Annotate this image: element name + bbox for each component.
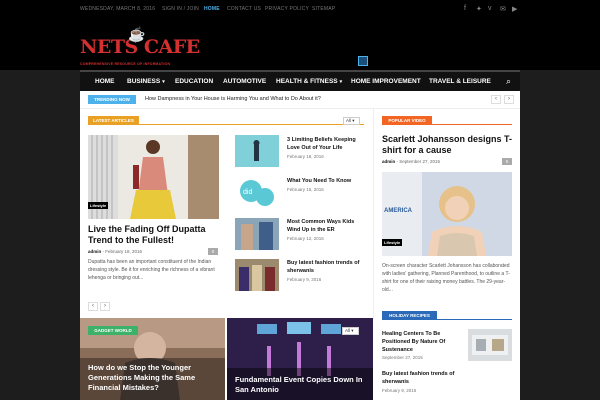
youtube-icon[interactable]: ▶ xyxy=(512,5,517,13)
holiday-recipes-label: HOLIDAY RECIPES xyxy=(382,311,437,320)
popular-image[interactable]: AMERICA Lifestyle xyxy=(382,172,512,256)
chevron-down-icon: ▾ xyxy=(339,79,343,85)
nav-home-improvement[interactable]: HOME IMPROVEMENT xyxy=(351,78,421,85)
featured-category-label[interactable]: Lifestyle xyxy=(88,202,109,209)
top-bar: WEDNESDAY, MARCH 8, 2016 SIGN IN / JOIN … xyxy=(0,0,600,20)
section-underline xyxy=(437,319,512,320)
vk-icon[interactable]: ✉ xyxy=(500,5,506,13)
svg-text:AMERICA: AMERICA xyxy=(384,208,413,214)
popular-author: admin xyxy=(382,159,396,164)
article-title[interactable]: 3 Limiting Beliefs Keeping Love Out of Y… xyxy=(287,136,369,152)
featured-excerpt: Dupatta has been an important constituen… xyxy=(88,259,215,281)
section-underline xyxy=(432,124,512,125)
popular-date: September 27, 2015 xyxy=(399,159,441,164)
trending-headline[interactable]: How Dampness in Your House is Harming Yo… xyxy=(145,96,321,102)
recipe-title[interactable]: Buy latest fashion trends of sherwanis xyxy=(382,370,472,386)
twitter-icon[interactable]: ✦ xyxy=(476,5,482,13)
svg-text:did: did xyxy=(243,189,252,196)
divider xyxy=(80,108,520,109)
nav-home[interactable]: HOME xyxy=(95,78,115,85)
article-title[interactable]: Buy latest fashion trends of sherwanis xyxy=(287,259,369,275)
coffee-cup-icon: ☕ xyxy=(128,27,145,43)
sitemap-link[interactable]: SITEMAP xyxy=(312,6,335,12)
article-date: February 15, 2016 xyxy=(287,187,324,192)
thumb-art xyxy=(241,222,273,250)
facebook-icon[interactable]: f xyxy=(464,5,466,12)
top-home-link[interactable]: HOME xyxy=(204,6,220,12)
recipe-thumb[interactable] xyxy=(468,329,512,361)
popular-category-label[interactable]: Lifestyle xyxy=(382,239,403,246)
article-date: February 18, 2016 xyxy=(287,154,324,159)
article-title[interactable]: Most Common Ways Kids Wind Up in the ER xyxy=(287,218,369,234)
vimeo-icon[interactable]: v xyxy=(488,5,492,12)
current-date: WEDNESDAY, MARCH 8, 2016 xyxy=(80,6,156,12)
thumb-art xyxy=(253,140,260,161)
latest-filter-dropdown[interactable]: All ▾ xyxy=(343,117,360,125)
gadget-filter-dropdown[interactable]: All ▾ xyxy=(342,327,359,335)
thumb-art: did xyxy=(240,180,274,206)
trending-label: TRENDING NOW xyxy=(88,95,136,104)
featured-title[interactable]: Live the Fading Off Dupatta Trend to the… xyxy=(88,224,223,246)
nav-education[interactable]: EDUCATION xyxy=(175,78,213,85)
search-icon[interactable]: ⌕ xyxy=(506,76,511,87)
main-nav: HOME BUSINESS ▾ EDUCATION AUTOMOTIVE HEAL… xyxy=(80,70,520,91)
site-header: NETS CAFE ☕ COMPREHENSIVE RESOURCE OF IN… xyxy=(0,20,600,70)
article-title[interactable]: What You Need To Know xyxy=(287,177,369,185)
gadget-tile-title[interactable]: How do we Stop the Younger Generations M… xyxy=(88,363,223,393)
banner-image-icon[interactable] xyxy=(358,56,368,66)
featured-date: February 18, 2016 xyxy=(105,249,143,254)
latest-articles-label: LATEST ARTICLES xyxy=(88,116,139,125)
contact-us-link[interactable]: CONTACT US xyxy=(227,6,261,12)
trending-next-button[interactable]: › xyxy=(504,95,514,104)
article-thumb[interactable]: did xyxy=(235,177,279,209)
main-content: TRENDING NOW How Dampness in Your House … xyxy=(80,91,520,400)
popular-title[interactable]: Scarlett Johansson designs T-shirt for a… xyxy=(382,134,517,156)
logo-tagline: COMPREHENSIVE RESOURCE OF INFORMATION xyxy=(80,62,171,66)
article-thumb[interactable] xyxy=(235,135,279,167)
article-thumb[interactable] xyxy=(235,218,279,250)
nav-health-fitness[interactable]: HEALTH & FITNESS ▾ xyxy=(276,78,342,85)
popular-comment-count[interactable]: 0 xyxy=(502,158,512,165)
privacy-policy-link[interactable]: PRIVACY POLICY xyxy=(265,6,309,12)
article-date: February 12, 2016 xyxy=(287,236,324,241)
trending-prev-button[interactable]: ‹ xyxy=(491,95,501,104)
article-date: February 9, 2016 xyxy=(287,277,322,282)
featured-image[interactable]: Lifestyle xyxy=(88,135,219,219)
latest-prev-button[interactable]: ‹ xyxy=(88,302,98,311)
thumb-art xyxy=(472,335,508,355)
nav-travel-leisure[interactable]: TRAVEL & LEISURE xyxy=(429,78,491,85)
featured-comment-count[interactable]: 0 xyxy=(208,248,218,255)
popular-excerpt: On-screen character Scarlett Johansson h… xyxy=(382,263,510,293)
featured-author: admin xyxy=(88,249,102,254)
chevron-down-icon: ▾ xyxy=(162,79,165,85)
recipe-date: February 9, 2016 xyxy=(382,388,417,393)
column-divider xyxy=(373,109,374,319)
thumb-art xyxy=(239,265,275,291)
recipe-title[interactable]: Healing Centers To Be Positioned By Natu… xyxy=(382,330,462,354)
gadget-world-label: GADGET WORLD xyxy=(88,326,138,335)
nav-automotive[interactable]: AUTOMOTIVE xyxy=(223,78,266,85)
popular-meta: admin - September 27, 2015 xyxy=(382,159,441,164)
recipe-date: September 27, 2015 xyxy=(382,355,423,360)
article-thumb[interactable] xyxy=(235,259,279,291)
latest-next-button[interactable]: › xyxy=(100,302,110,311)
gadget-tile-title[interactable]: Fundamental Event Copies Down In San Ant… xyxy=(235,375,370,395)
featured-meta: admin - February 18, 2016 xyxy=(88,249,143,254)
nav-business[interactable]: BUSINESS ▾ xyxy=(127,78,165,85)
sign-in-link[interactable]: SIGN IN / JOIN xyxy=(162,6,199,12)
site-logo[interactable]: NETS CAFE ☕ xyxy=(80,27,200,58)
popular-video-label: POPULAR VIDEO xyxy=(382,116,432,125)
section-underline xyxy=(139,124,364,125)
